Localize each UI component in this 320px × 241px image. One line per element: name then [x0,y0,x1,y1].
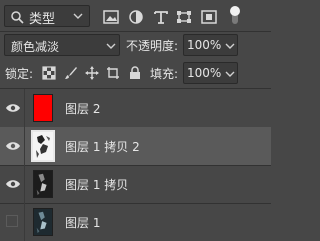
chevron-down-icon [225,71,235,77]
divider [24,165,25,203]
lock-controls: 锁定: 填充: 100% [0,61,271,85]
lock-artboard-icon[interactable] [106,66,120,80]
lock-image-pixels-icon[interactable] [64,66,78,80]
eye-icon[interactable] [5,101,21,115]
opacity-value: 100% [187,38,222,52]
chevron-down-icon [73,13,83,19]
text-filter-icon[interactable] [153,10,169,24]
filter-toggle-switch[interactable] [230,6,240,24]
fill-label: 填充: [150,67,179,81]
eye-icon[interactable] [5,139,21,153]
layer-row[interactable]: 图层 1 拷贝 [0,165,271,203]
filter-kind-label: 类型 [29,12,56,27]
opacity-field[interactable]: 100% [183,34,238,56]
blend-controls: 颜色减淡 不透明度: 100% [0,33,271,57]
lock-all-icon[interactable] [128,66,142,80]
layer-filter-bar: 类型 [0,4,271,28]
visibility-toggle-empty[interactable] [6,215,18,227]
layers-panel: 类型 颜色减淡 不透明度: 100% 锁定: 填充: 100% 图层 2 图层 … [0,0,271,241]
divider [0,31,271,32]
blend-mode-dropdown[interactable]: 颜色减淡 [4,34,120,56]
fill-value: 100% [187,66,222,80]
layer-name[interactable]: 图层 1 [65,214,100,231]
layer-name[interactable]: 图层 1 拷贝 [65,176,128,193]
lock-position-icon[interactable] [85,66,99,80]
layer-row[interactable]: 图层 1 [0,203,271,241]
fill-field[interactable]: 100% [183,62,238,84]
search-icon [11,11,24,24]
layer-name[interactable]: 图层 2 [65,100,100,117]
chevron-down-icon [225,43,235,49]
shape-filter-icon[interactable] [176,10,192,24]
layer-thumbnail [33,170,53,198]
adjustment-filter-icon[interactable] [128,10,144,24]
blend-mode-value: 颜色减淡 [11,40,60,54]
opacity-label: 不透明度: [126,39,179,53]
layer-name[interactable]: 图层 1 拷贝 2 [65,138,140,155]
divider [24,203,25,241]
layer-thumbnail [33,208,53,236]
smart-object-filter-icon[interactable] [201,10,217,24]
divider [24,89,25,127]
layer-thumbnail [33,94,53,122]
layer-thumbnail [31,130,55,162]
lock-label: 锁定: [5,67,34,81]
eye-icon[interactable] [5,177,21,191]
image-filter-icon[interactable] [103,10,119,24]
divider [24,127,25,165]
layer-row[interactable]: 图层 1 拷贝 2 [0,127,271,165]
lock-transparent-pixels-icon[interactable] [42,66,56,80]
chevron-down-icon [106,43,116,49]
filter-kind-dropdown[interactable]: 类型 [4,5,90,27]
layer-row[interactable]: 图层 2 [0,89,271,127]
